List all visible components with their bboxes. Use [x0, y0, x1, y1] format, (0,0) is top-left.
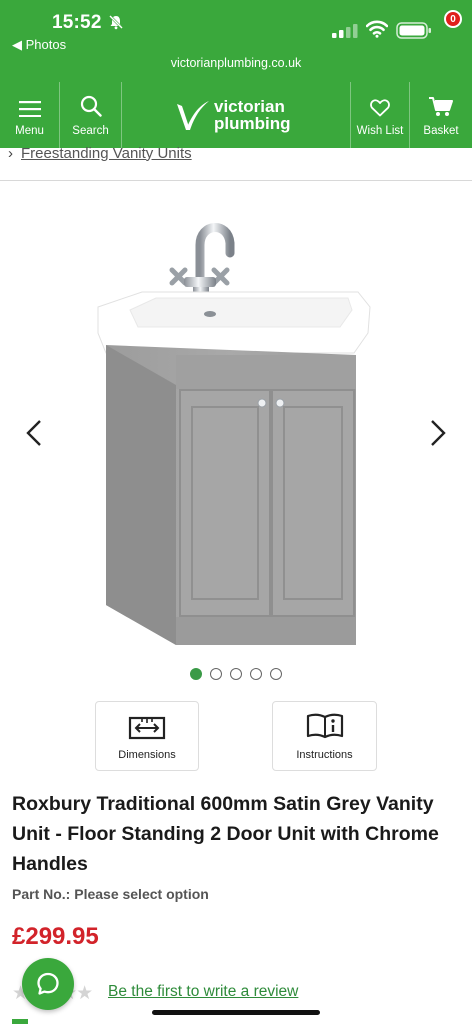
gallery-dot[interactable]	[270, 668, 282, 680]
gallery-dot[interactable]	[230, 668, 242, 680]
product-image[interactable]	[90, 215, 380, 655]
basket-button[interactable]: Basket	[410, 82, 472, 148]
part-number: Part No.: Please select option	[12, 886, 209, 902]
dimensions-button[interactable]: Dimensions	[95, 701, 199, 771]
gallery-dot[interactable]	[190, 668, 202, 680]
wishlist-label: Wish List	[356, 125, 404, 137]
basket-icon	[429, 97, 453, 116]
search-icon	[80, 95, 102, 117]
gallery-dot[interactable]	[250, 668, 262, 680]
heart-icon	[370, 99, 390, 117]
basket-count-badge: 0	[444, 10, 462, 28]
instructions-button[interactable]: Instructions	[272, 701, 377, 771]
site-logo[interactable]: victorian plumbing	[176, 96, 306, 136]
hamburger-icon	[18, 101, 41, 117]
chevron-right-icon: ›	[8, 144, 13, 162]
signal-icon	[332, 24, 358, 38]
product-title: Roxbury Traditional 600mm Satin Grey Van…	[12, 793, 439, 875]
breadcrumb: › Freestanding Vanity Units	[8, 144, 192, 162]
chat-bubble-icon	[37, 972, 59, 995]
search-button[interactable]: Search	[60, 82, 122, 148]
wishlist-button[interactable]: Wish List	[350, 82, 410, 148]
gallery-dots	[190, 668, 282, 680]
back-to-photos-link[interactable]: ◀ Photos	[12, 37, 66, 53]
product-price: £299.95	[12, 923, 99, 950]
menu-label: Menu	[15, 125, 44, 137]
gallery-dot[interactable]	[210, 668, 222, 680]
search-label: Search	[72, 125, 109, 137]
status-bar: 15:52 ◀ Photos	[0, 0, 472, 56]
site-header: Menu Search victorian plumbing Wish List	[0, 82, 472, 148]
dimensions-label: Dimensions	[118, 749, 176, 761]
instructions-label: Instructions	[296, 749, 353, 761]
url-bar[interactable]: victorianplumbing.co.uk	[0, 56, 472, 82]
previous-image-button[interactable]	[24, 418, 44, 448]
add-to-basket-edge	[12, 1019, 28, 1024]
divider	[0, 180, 472, 181]
logo-word-1: victorian	[214, 97, 285, 116]
status-time: 15:52	[52, 12, 102, 33]
chat-button[interactable]	[22, 958, 74, 1010]
next-image-button[interactable]	[428, 418, 448, 448]
wifi-icon	[366, 20, 388, 38]
logo-word-2: plumbing	[214, 114, 291, 133]
breadcrumb-link[interactable]: Freestanding Vanity Units	[21, 145, 192, 162]
battery-icon	[396, 22, 431, 39]
dimensions-icon	[128, 716, 166, 740]
basket-label: Basket	[423, 125, 459, 137]
write-review-link[interactable]: Be the first to write a review	[108, 983, 298, 1001]
instructions-book-icon	[306, 713, 343, 739]
home-indicator[interactable]	[152, 1010, 320, 1015]
bell-muted-icon	[109, 15, 123, 30]
menu-button[interactable]: Menu	[0, 82, 60, 148]
logo-tick-icon	[177, 101, 209, 130]
